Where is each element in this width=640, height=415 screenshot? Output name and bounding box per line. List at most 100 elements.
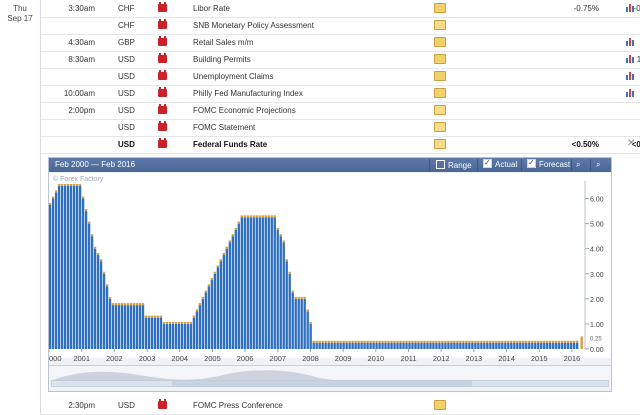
event-title[interactable]: FOMC Press Conference <box>193 401 283 410</box>
event-title[interactable]: Philly Fed Manufacturing Index <box>193 89 303 98</box>
folder-icon[interactable] <box>434 3 446 13</box>
forecast-toggle[interactable]: Forecast <box>527 157 570 171</box>
high-impact-icon <box>158 53 167 63</box>
forecast-bar-cap <box>390 340 393 343</box>
calendar-row[interactable]: 10:00am USD Philly Fed Manufacturing Index… <box>41 85 640 103</box>
forecast-bar-cap <box>57 184 61 187</box>
forecast-bar-cap <box>228 240 232 243</box>
calendar-row[interactable]: USD FOMC Statement <box>41 119 640 137</box>
forecast-bar-cap <box>399 340 402 343</box>
actual-bar <box>357 342 360 349</box>
actual-bar <box>102 273 106 349</box>
actual-checkbox-icon <box>483 157 492 169</box>
close-icon[interactable]: ✕ <box>627 138 635 149</box>
actual-toggle[interactable]: Actual <box>483 157 517 171</box>
header-divider <box>429 159 430 171</box>
folder-icon[interactable] <box>434 122 446 132</box>
chart-navigator[interactable] <box>49 365 611 388</box>
x-tick-label: 2014 <box>498 354 515 363</box>
folder-icon[interactable] <box>434 71 446 81</box>
actual-bar <box>84 211 88 349</box>
folder-icon[interactable] <box>434 54 446 64</box>
folder-icon[interactable] <box>434 105 446 115</box>
forecast-bar-cap <box>165 321 169 324</box>
actual-bar <box>150 317 154 349</box>
zoom-in-button[interactable]: ⌕ <box>576 159 580 171</box>
calendar-row[interactable]: 3:30amCHFLibor Rate-0.75%-0.75% <box>41 0 640 18</box>
forecast-bar-cap <box>123 303 127 306</box>
bar-chart-icon[interactable] <box>626 71 636 80</box>
event-time: 8:30am <box>68 55 95 64</box>
navigator-thumb[interactable] <box>172 381 472 386</box>
folder-icon[interactable] <box>434 139 446 149</box>
bar-chart-icon[interactable] <box>626 37 636 46</box>
actual-bar <box>480 342 483 349</box>
actual-bar <box>423 342 426 349</box>
actual-bar <box>141 305 145 349</box>
actual-bar <box>231 236 234 349</box>
x-tick-label: 2015 <box>531 354 548 363</box>
actual-bar <box>138 305 142 349</box>
event-title[interactable]: FOMC Statement <box>193 123 255 132</box>
event-currency: USD <box>118 89 135 98</box>
forecast-bar-cap <box>498 340 501 343</box>
event-title[interactable]: Building Permits <box>193 55 251 64</box>
forecast-bar-cap <box>483 340 486 343</box>
event-currency: GBP <box>118 38 135 47</box>
forecast-bar-cap <box>474 340 477 343</box>
actual-bar <box>291 292 294 349</box>
actual-bar <box>69 186 73 349</box>
actual-bar <box>99 261 103 349</box>
actual-bar <box>330 342 333 349</box>
actual-bar <box>126 305 130 349</box>
forecast-bar-cap <box>441 340 444 343</box>
actual-bar <box>345 342 348 349</box>
calendar-row[interactable]: USD Unemployment Claims <box>41 68 640 86</box>
actual-bar <box>477 342 480 349</box>
folder-icon[interactable] <box>434 88 446 98</box>
forecast-bar-cap <box>327 340 330 343</box>
calendar-row[interactable]: CHF SNB Monetary Policy Assessment <box>41 17 640 35</box>
actual-bar <box>81 198 85 349</box>
bar-chart-icon[interactable] <box>626 3 636 12</box>
actual-bar <box>288 273 291 349</box>
bar-chart-icon[interactable] <box>626 88 636 97</box>
folder-icon[interactable] <box>434 37 446 47</box>
event-title[interactable]: Federal Funds Rate <box>193 140 267 149</box>
forecast-bar-cap <box>522 340 525 343</box>
forecast-bar-cap <box>330 340 333 343</box>
range-button[interactable]: Range <box>436 159 472 171</box>
forecast-bar-cap <box>351 340 354 343</box>
forecast-bar-cap <box>573 340 576 343</box>
calendar-row[interactable]: 2:00pm USD FOMC Economic Projections <box>41 102 640 120</box>
actual-bar <box>396 342 399 349</box>
event-title[interactable]: Libor Rate <box>193 4 230 13</box>
actual-bar <box>336 342 339 349</box>
forecast-bar-cap <box>348 340 351 343</box>
zoom-out-button[interactable]: ⌕ <box>596 159 600 171</box>
high-impact-icon <box>158 36 167 46</box>
y-extra-label: 0.25 <box>590 337 602 343</box>
chart-header: Feb 2000 — Feb 2016 Range Actual Forecas… <box>49 157 611 172</box>
forecast-bar-cap <box>363 340 366 343</box>
forecast-bar-cap <box>291 290 294 293</box>
calendar-row[interactable]: USDFederal Funds Rate<0.50%<0.25%✕ <box>41 136 640 154</box>
folder-icon[interactable] <box>434 20 446 30</box>
event-title[interactable]: Unemployment Claims <box>193 72 273 81</box>
calendar-row[interactable]: 8:30amUSDBuilding Permits1.12M <box>41 51 640 69</box>
forecast-bar-cap <box>267 215 270 218</box>
actual-bar <box>285 261 288 349</box>
calendar-row-fomc-press-conference[interactable]: 2:30pm USD FOMC Press Conference <box>41 397 640 415</box>
actual-bar <box>174 323 178 349</box>
navigator-scrollbar[interactable] <box>51 380 609 387</box>
actual-bar <box>276 229 279 349</box>
calendar-row[interactable]: 4:30amGBPRetail Sales m/m0.1% <box>41 34 640 52</box>
bar-chart-icon[interactable] <box>626 54 636 63</box>
actual-bar <box>234 229 237 349</box>
actual-bar <box>474 342 477 349</box>
event-title[interactable]: SNB Monetary Policy Assessment <box>193 21 314 30</box>
folder-icon[interactable] <box>434 400 446 410</box>
event-title[interactable]: FOMC Economic Projections <box>193 106 296 115</box>
chart-plot-area: © Forex Factory 0.00 1.00 2.00 3.00 4.00 5.00 6… <box>48 173 611 363</box>
event-title[interactable]: Retail Sales m/m <box>193 38 253 47</box>
